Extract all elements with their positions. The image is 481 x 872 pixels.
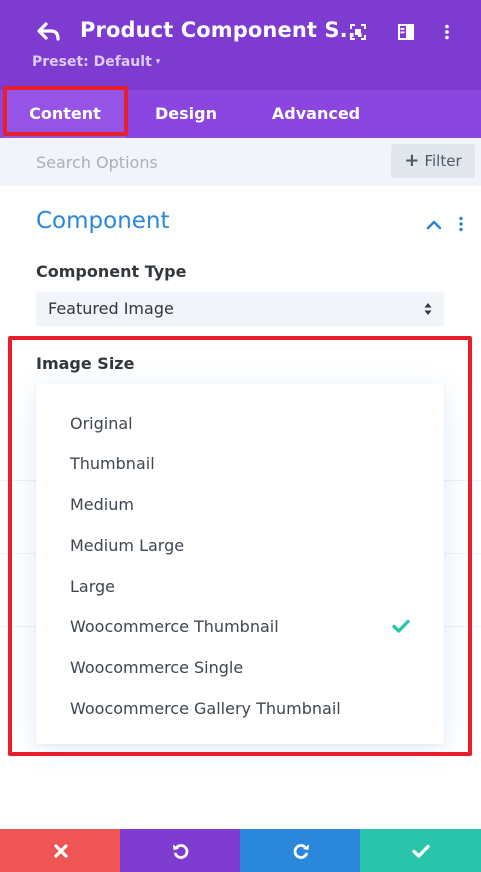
- search-options-input[interactable]: [0, 138, 380, 186]
- check-icon: [392, 619, 410, 633]
- section-menu-icon[interactable]: [457, 216, 465, 232]
- modal-title: Product Component S...: [80, 18, 364, 42]
- close-icon: [53, 843, 68, 858]
- option-large[interactable]: Large: [36, 566, 444, 607]
- preset-selector[interactable]: Preset: Default ▾: [32, 54, 160, 70]
- image-size-dropdown: Original Thumbnail Medium Medium Large L…: [36, 384, 444, 744]
- filter-button[interactable]: + Filter: [391, 144, 475, 178]
- chevron-up-icon[interactable]: [426, 218, 442, 230]
- filter-label: Filter: [424, 152, 462, 170]
- option-woocommerce-single[interactable]: Woocommerce Single: [36, 647, 444, 688]
- save-button[interactable]: [360, 829, 481, 872]
- tab-bar: Content Design Advanced: [0, 90, 481, 138]
- component-type-select[interactable]: Featured Image: [36, 292, 444, 326]
- tab-advanced[interactable]: Advanced: [262, 90, 370, 138]
- option-medium-large[interactable]: Medium Large: [36, 525, 444, 566]
- option-woocommerce-thumbnail[interactable]: Woocommerce Thumbnail: [36, 606, 444, 647]
- more-options-icon[interactable]: [438, 23, 456, 41]
- option-woocommerce-gallery-thumbnail[interactable]: Woocommerce Gallery Thumbnail: [36, 688, 444, 729]
- fullscreen-icon[interactable]: [349, 23, 367, 41]
- modal-header: Product Component S... Preset: Default ▾: [0, 0, 481, 90]
- component-type-label: Component Type: [36, 262, 187, 281]
- option-original[interactable]: Original: [36, 403, 444, 444]
- option-medium[interactable]: Medium: [36, 484, 444, 525]
- plus-icon: +: [404, 150, 420, 171]
- check-icon: [411, 844, 430, 858]
- preset-label: Preset: Default: [32, 54, 152, 70]
- option-woocommerce-thumbnail-label: Woocommerce Thumbnail: [70, 617, 279, 636]
- discard-button[interactable]: [0, 829, 121, 872]
- select-arrows-icon: [424, 303, 432, 315]
- option-thumbnail[interactable]: Thumbnail: [36, 443, 444, 484]
- modal-footer: [0, 829, 481, 872]
- section-title[interactable]: Component: [36, 208, 170, 234]
- redo-button[interactable]: [240, 829, 361, 872]
- image-size-label: Image Size: [36, 354, 135, 373]
- tab-design[interactable]: Design: [144, 90, 228, 138]
- redo-icon: [293, 843, 309, 859]
- tab-content[interactable]: Content: [4, 90, 126, 138]
- undo-icon: [172, 843, 188, 859]
- component-type-value: Featured Image: [48, 299, 174, 318]
- split-view-icon[interactable]: [397, 23, 415, 41]
- back-arrow-icon[interactable]: [36, 20, 62, 44]
- caret-down-icon: ▾: [155, 57, 161, 67]
- search-bar: +Filter: [0, 138, 481, 186]
- undo-button[interactable]: [120, 829, 241, 872]
